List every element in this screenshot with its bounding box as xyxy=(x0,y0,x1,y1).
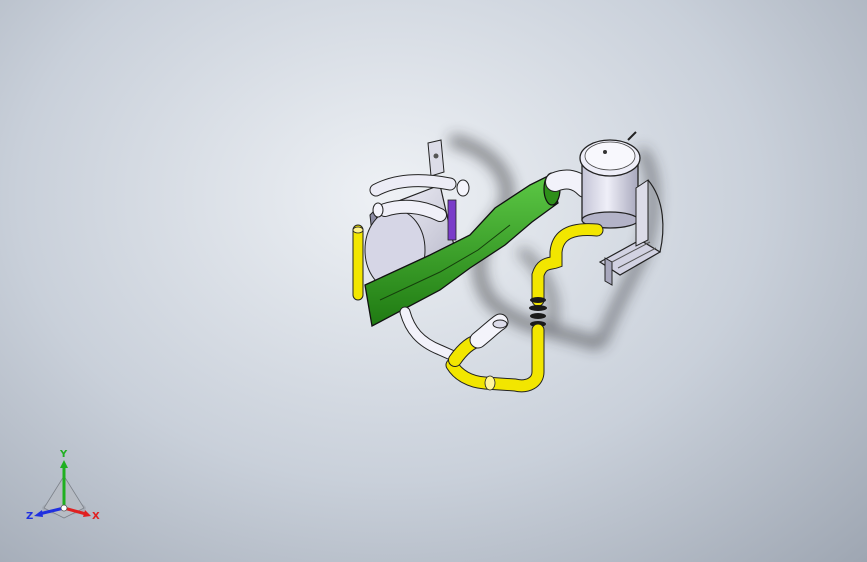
view-orientation-triad[interactable]: Y X Z xyxy=(22,446,108,526)
white-elbow-connector[interactable] xyxy=(545,169,595,198)
air-filter-canister[interactable] xyxy=(579,131,641,229)
yellow-coolant-tube-left[interactable] xyxy=(352,224,364,301)
triad-x-label: X xyxy=(92,511,100,522)
triad-x-arrowhead xyxy=(83,510,91,517)
triad-origin xyxy=(60,504,68,512)
triad-z-arrowhead xyxy=(34,510,43,517)
triad-y-arrowhead xyxy=(60,460,68,468)
cad-model-view[interactable] xyxy=(0,0,867,562)
triad-y-label: Y xyxy=(59,449,68,460)
triad-z-label: Z xyxy=(26,511,33,522)
white-lower-hose[interactable] xyxy=(399,306,509,367)
graphics-viewport[interactable]: Y X Z xyxy=(0,0,867,562)
